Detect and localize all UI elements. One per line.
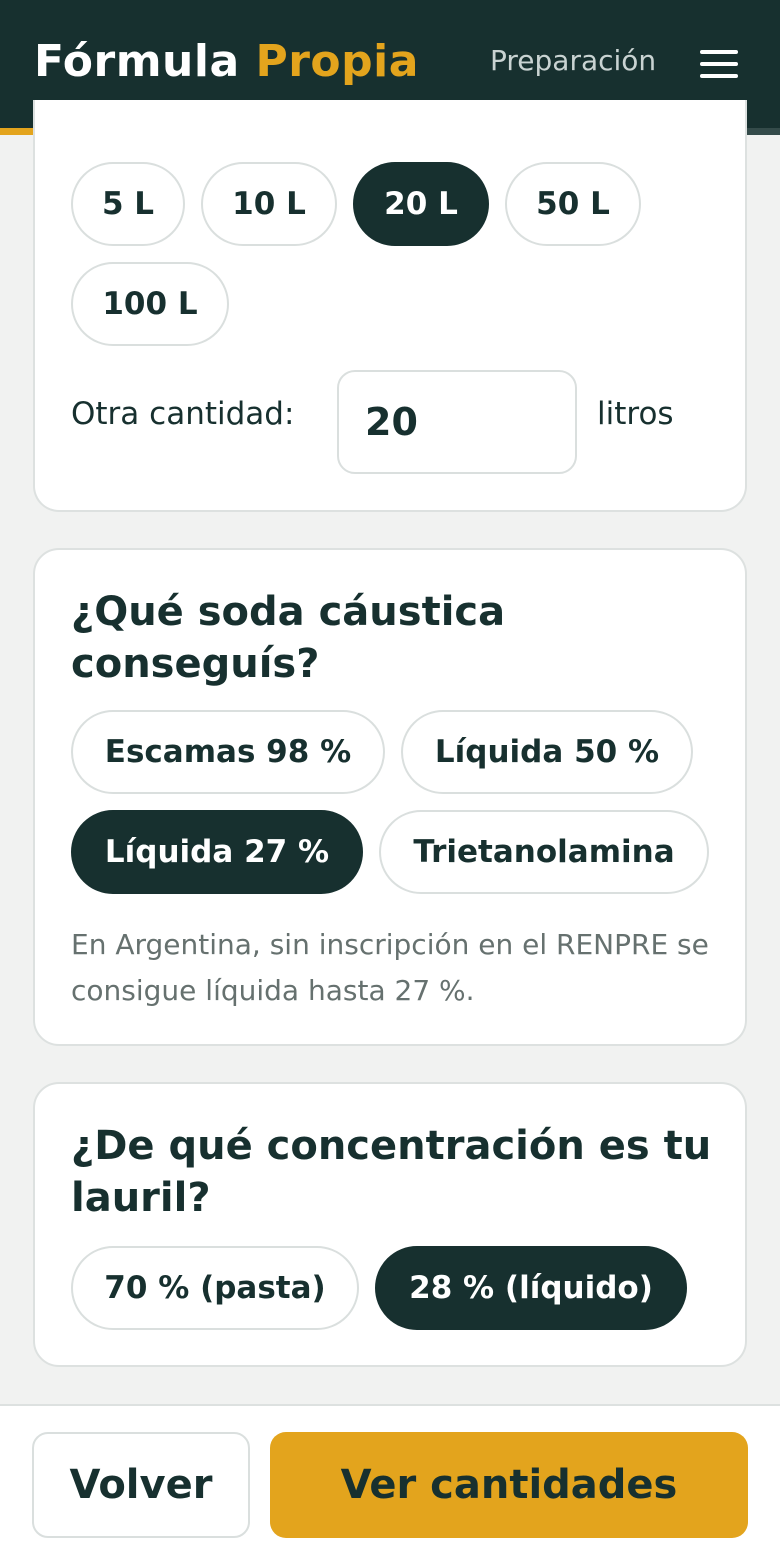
liters-option-100[interactable]: 100 L	[71, 262, 229, 346]
soda-option-liquida-50[interactable]: Líquida 50 %	[401, 710, 693, 794]
soda-option-trietanolamina[interactable]: Trietanolamina	[379, 810, 709, 894]
liters-option-20[interactable]: 20 L	[353, 162, 489, 246]
soda-option-escamas[interactable]: Escamas 98 %	[71, 710, 385, 794]
soda-option-liquida-27[interactable]: Líquida 27 %	[71, 810, 363, 894]
lauril-option-28[interactable]: 28 % (líquido)	[375, 1246, 687, 1330]
menu-line	[700, 74, 738, 78]
menu-line	[700, 62, 738, 66]
other-quantity-input[interactable]	[337, 370, 577, 474]
bottom-action-bar: Volver Ver cantidades	[0, 1404, 780, 1560]
lauril-card: ¿De qué concentración es tu lauril? 70 %…	[33, 1082, 747, 1367]
liters-option-5[interactable]: 5 L	[71, 162, 185, 246]
brand-accent-text: Propia	[255, 36, 419, 87]
liters-unit-label: litros	[597, 396, 674, 432]
lauril-title: ¿De qué concentración es tu lauril?	[71, 1123, 712, 1221]
soda-title: ¿Qué soda cáustica conseguís?	[71, 589, 506, 687]
liters-option-50[interactable]: 50 L	[505, 162, 641, 246]
menu-line	[700, 50, 738, 54]
liters-option-10[interactable]: 10 L	[201, 162, 337, 246]
brand-main-text: Fórmula	[34, 36, 240, 87]
lauril-option-70[interactable]: 70 % (pasta)	[71, 1246, 359, 1330]
soda-card: ¿Qué soda cáustica conseguís? Escamas 98…	[33, 548, 747, 1046]
soda-note: En Argentina, sin inscripción en el RENP…	[71, 928, 709, 1007]
brand-logo[interactable]: Fórmula Propia	[34, 36, 419, 87]
step-label: Preparación	[490, 44, 657, 77]
other-quantity-label: Otra cantidad:	[71, 396, 295, 432]
see-quantities-button[interactable]: Ver cantidades	[270, 1432, 748, 1538]
back-button[interactable]: Volver	[32, 1432, 250, 1538]
liters-card: 5 L 10 L 20 L 50 L 100 L Otra cantidad: …	[33, 100, 747, 512]
menu-icon[interactable]	[700, 50, 738, 80]
